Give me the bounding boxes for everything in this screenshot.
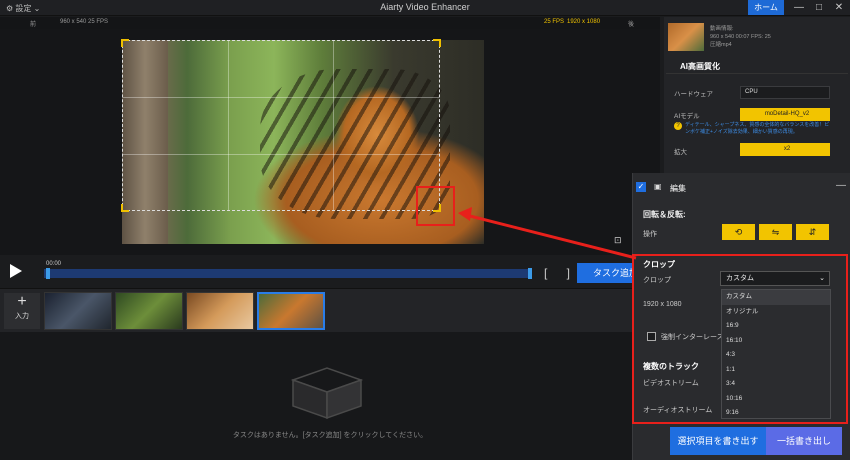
add-input-label: 入力: [15, 313, 29, 320]
export-selected-button[interactable]: 選択項目を書き出す: [670, 427, 766, 455]
title-bar: Aiarty Video Enhancer ⚙ 設定 ⌄ ホーム — □ ✕: [0, 0, 850, 16]
empty-box-icon: [290, 367, 364, 420]
settings-label: 設定: [15, 4, 32, 13]
file-info-line: 動画情報:: [710, 26, 734, 32]
flip-vertical-button[interactable]: ⇵: [796, 224, 829, 240]
scale-select[interactable]: x2: [740, 143, 830, 156]
trim-brackets[interactable]: [ ]: [544, 266, 578, 280]
crop-grid-line: [333, 41, 335, 210]
clip-strip: + 入力: [0, 288, 660, 332]
crop-select[interactable]: カスタム ⌄: [720, 271, 830, 286]
timeline-end-handle[interactable]: [528, 268, 532, 279]
video-stream-label: ビデオストリーム: [643, 380, 699, 387]
minimize-button[interactable]: —: [790, 1, 808, 15]
empty-queue-message: タスクはありません。[タスク追加] をクリックしてください。: [232, 432, 428, 439]
crop-handle[interactable]: [121, 204, 129, 212]
crop-dropdown[interactable]: カスタム オリジナル 16:9 16:10 4:3 1:1 3:4 10:16 9:16: [721, 289, 831, 419]
rotate-button[interactable]: ⟲: [722, 224, 755, 240]
add-input-button[interactable]: + 入力: [4, 293, 40, 329]
video-preview[interactable]: ⊡: [0, 29, 660, 255]
flip-horizontal-button[interactable]: ⇋: [759, 224, 792, 240]
timeline-bar: 00:00 [ ]: [0, 259, 660, 285]
zoom-icon[interactable]: ⊡: [614, 235, 622, 246]
crop-option[interactable]: 16:10: [722, 334, 830, 349]
ai-model-label: AIモデル: [674, 113, 700, 120]
plus-icon: +: [17, 293, 27, 310]
crop-handle[interactable]: [121, 39, 129, 47]
close-button[interactable]: ✕: [830, 1, 848, 15]
interlace-checkbox[interactable]: [647, 332, 656, 341]
crop-label: クロップ: [643, 277, 671, 284]
output-resolution-text: 1920 x 1080: [643, 301, 682, 308]
highlight-box: [416, 186, 455, 226]
file-info-line: 圧縮mp4: [710, 42, 732, 48]
crop-box[interactable]: [121, 39, 441, 212]
file-info: 動画情報: 960 x 540 00:07 FPS: 25 圧縮mp4: [710, 25, 771, 49]
multi-track-title: 複数のトラック: [643, 362, 699, 371]
app-title: Aiarty Video Enhancer: [380, 2, 470, 12]
clip-thumbnail[interactable]: [115, 292, 183, 330]
export-all-button[interactable]: 一括書き出し: [766, 427, 842, 455]
crop-select-value: カスタム: [726, 275, 754, 282]
edit-icon: ▣: [654, 182, 662, 191]
crop-option[interactable]: 16:9: [722, 319, 830, 334]
preview-info-bar: 前 960 x 540 25 FPS 25 FPS 1920 x 1080 後: [0, 17, 660, 29]
ai-enhance-header[interactable]: AI高画質化: [666, 60, 848, 74]
chevron-down-icon: ⌄: [33, 4, 41, 13]
crop-handle[interactable]: [433, 39, 441, 47]
chevron-down-icon: ⌄: [819, 275, 825, 282]
interlace-label: 強制インターレース: [661, 334, 724, 341]
clip-thumbnail[interactable]: [44, 292, 112, 330]
hardware-label: ハードウェア: [674, 91, 713, 98]
crop-grid-line: [228, 41, 230, 210]
clip-thumbnail-selected[interactable]: [257, 292, 325, 330]
clip-thumbnail[interactable]: [186, 292, 254, 330]
crop-title: クロップ: [643, 260, 675, 269]
home-button[interactable]: ホーム: [748, 0, 784, 15]
crop-option[interactable]: オリジナル: [722, 305, 830, 320]
audio-stream-label: オーディオストリーム: [643, 407, 713, 414]
crop-option[interactable]: カスタム: [722, 290, 830, 305]
time-label: 00:00: [46, 261, 62, 267]
ai-model-note: ディテール、シャープネス、質感の全体的なバランスを改善！ピンボケ補正+ノイズ除去…: [685, 122, 830, 135]
operation-label: 操作: [643, 231, 657, 238]
edit-checkbox[interactable]: ✓: [636, 182, 646, 192]
file-thumbnail: [668, 23, 704, 51]
source-info: 960 x 540 25 FPS: [60, 19, 109, 25]
crop-option[interactable]: 9:16: [722, 406, 830, 421]
play-icon[interactable]: [10, 264, 22, 278]
timeline-track[interactable]: [44, 268, 532, 279]
scale-label: 拡大: [674, 149, 687, 156]
crop-grid-line: [123, 153, 439, 155]
settings-menu[interactable]: ⚙ 設定 ⌄: [6, 3, 40, 14]
after-label: 後: [628, 22, 635, 28]
maximize-button[interactable]: □: [810, 1, 828, 15]
task-queue: タスクはありません。[タスク追加] をクリックしてください。: [0, 332, 660, 460]
crop-option[interactable]: 3:4: [722, 377, 830, 392]
collapse-icon[interactable]: —: [836, 180, 846, 191]
before-label: 前: [30, 22, 37, 28]
gear-icon: ⚙: [6, 4, 14, 13]
crop-option[interactable]: 10:16: [722, 392, 830, 407]
crop-option[interactable]: 4:3: [722, 348, 830, 363]
crop-option[interactable]: 1:1: [722, 363, 830, 378]
hardware-select[interactable]: CPU: [740, 86, 830, 99]
file-info-line: 960 x 540 00:07 FPS: 25: [710, 34, 771, 40]
ai-model-select[interactable]: moDetail-HQ_v2: [740, 108, 830, 121]
crop-grid-line: [123, 97, 439, 99]
output-fps: 25 FPS: [544, 19, 565, 25]
output-resolution: 1920 x 1080: [567, 19, 601, 25]
info-icon: ?: [674, 122, 682, 130]
rotate-title: 回転＆反転:: [643, 210, 686, 219]
edit-title: 編集: [670, 184, 686, 193]
timeline-start-handle[interactable]: [46, 268, 50, 279]
